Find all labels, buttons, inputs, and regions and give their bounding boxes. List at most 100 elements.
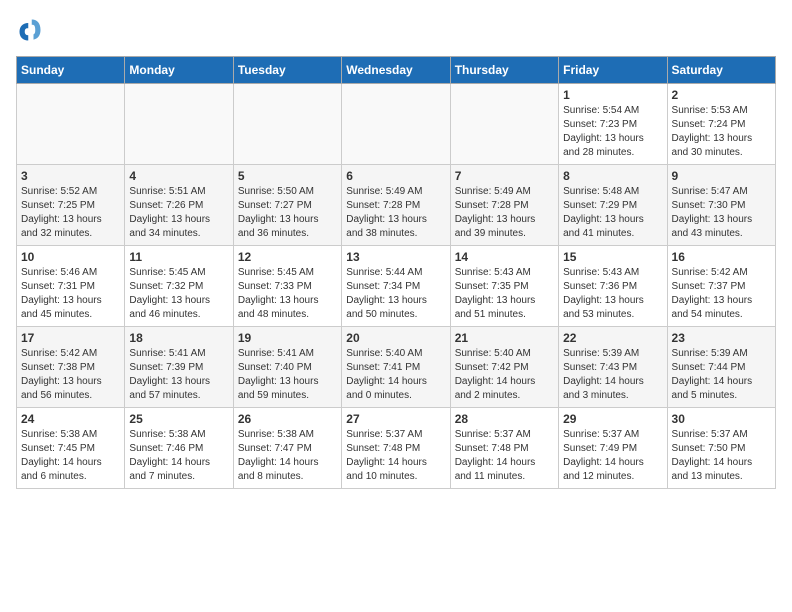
day-number: 14 [455,250,554,264]
day-number: 8 [563,169,662,183]
calendar-cell: 30Sunrise: 5:37 AM Sunset: 7:50 PM Dayli… [667,408,775,489]
calendar-week-row: 10 Sunrise: 5:46 AM Sunset: 7:31 PM Dayli… [17,246,776,327]
calendar-cell: 25Sunrise: 5:38 AM Sunset: 7:46 PM Dayli… [125,408,233,489]
day-info: Sunrise: 5:41 AM Sunset: 7:40 PM Dayligh… [238,347,337,403]
weekday-header: Tuesday [233,57,341,84]
calendar-cell: 24Sunrise: 5:38 AM Sunset: 7:45 PM Dayli… [17,408,125,489]
calendar-week-row: 17 Sunrise: 5:42 AM Sunset: 7:38 PM Dayli… [17,327,776,408]
logo-icon [16,16,44,44]
calendar-cell: 15 Sunrise: 5:43 AM Sunset: 7:36 PM Dayli… [559,246,667,327]
calendar-cell: 13 Sunrise: 5:44 AM Sunset: 7:34 PM Dayli… [342,246,450,327]
calendar-cell: 5Sunrise: 5:50 AM Sunset: 7:27 PM Daylig… [233,165,341,246]
day-info: Sunrise: 5:51 AM Sunset: 7:26 PM Dayligh… [129,185,228,241]
calendar-cell: 29 Sunrise: 5:37 AM Sunset: 7:49 PM Dayli… [559,408,667,489]
calendar-cell: 21 Sunrise: 5:40 AM Sunset: 7:42 PM Dayli… [450,327,558,408]
day-number: 16 [672,250,771,264]
day-info: Sunrise: 5:45 AM Sunset: 7:33 PM Dayligh… [238,266,337,322]
day-info: Sunrise: 5:48 AM Sunset: 7:29 PM Dayligh… [563,185,662,241]
calendar-cell: 16 Sunrise: 5:42 AM Sunset: 7:37 PM Dayli… [667,246,775,327]
calendar-body: 1Sunrise: 5:54 AM Sunset: 7:23 PM Daylig… [17,84,776,489]
day-info: Sunrise: 5:47 AM Sunset: 7:30 PM Dayligh… [672,185,771,241]
calendar-cell: 28 Sunrise: 5:37 AM Sunset: 7:48 PM Dayli… [450,408,558,489]
day-info: Sunrise: 5:49 AM Sunset: 7:28 PM Dayligh… [346,185,445,241]
day-number: 6 [346,169,445,183]
page-header [16,16,776,44]
day-number: 13 [346,250,445,264]
calendar-cell [125,84,233,165]
day-info: Sunrise: 5:40 AM Sunset: 7:42 PM Dayligh… [455,347,554,403]
day-number: 22 [563,331,662,345]
day-info: Sunrise: 5:45 AM Sunset: 7:32 PM Dayligh… [129,266,228,322]
day-number: 17 [21,331,120,345]
day-number: 30 [672,412,771,426]
calendar-cell: 26Sunrise: 5:38 AM Sunset: 7:47 PM Dayli… [233,408,341,489]
day-number: 28 [455,412,554,426]
day-number: 12 [238,250,337,264]
day-info: Sunrise: 5:37 AM Sunset: 7:48 PM Dayligh… [346,428,445,484]
logo [16,16,48,44]
calendar-cell [233,84,341,165]
calendar-cell: 14 Sunrise: 5:43 AM Sunset: 7:35 PM Dayli… [450,246,558,327]
day-number: 20 [346,331,445,345]
day-info: Sunrise: 5:39 AM Sunset: 7:44 PM Dayligh… [672,347,771,403]
calendar-cell [450,84,558,165]
weekday-header: Thursday [450,57,558,84]
day-number: 2 [672,88,771,102]
day-number: 10 [21,250,120,264]
day-info: Sunrise: 5:43 AM Sunset: 7:36 PM Dayligh… [563,266,662,322]
calendar-week-row: 3 Sunrise: 5:52 AM Sunset: 7:25 PM Daylig… [17,165,776,246]
day-info: Sunrise: 5:39 AM Sunset: 7:43 PM Dayligh… [563,347,662,403]
calendar-table: SundayMondayTuesdayWednesdayThursdayFrid… [16,56,776,489]
day-info: Sunrise: 5:44 AM Sunset: 7:34 PM Dayligh… [346,266,445,322]
day-info: Sunrise: 5:52 AM Sunset: 7:25 PM Dayligh… [21,185,120,241]
calendar-cell: 17 Sunrise: 5:42 AM Sunset: 7:38 PM Dayli… [17,327,125,408]
calendar-week-row: 24Sunrise: 5:38 AM Sunset: 7:45 PM Dayli… [17,408,776,489]
weekday-row: SundayMondayTuesdayWednesdayThursdayFrid… [17,57,776,84]
day-number: 23 [672,331,771,345]
calendar-cell: 2 Sunrise: 5:53 AM Sunset: 7:24 PM Daylig… [667,84,775,165]
day-info: Sunrise: 5:49 AM Sunset: 7:28 PM Dayligh… [455,185,554,241]
weekday-header: Friday [559,57,667,84]
day-number: 3 [21,169,120,183]
weekday-header: Wednesday [342,57,450,84]
day-info: Sunrise: 5:42 AM Sunset: 7:38 PM Dayligh… [21,347,120,403]
day-number: 9 [672,169,771,183]
calendar-week-row: 1Sunrise: 5:54 AM Sunset: 7:23 PM Daylig… [17,84,776,165]
calendar-cell: 4 Sunrise: 5:51 AM Sunset: 7:26 PM Daylig… [125,165,233,246]
calendar-cell: 7 Sunrise: 5:49 AM Sunset: 7:28 PM Daylig… [450,165,558,246]
day-info: Sunrise: 5:37 AM Sunset: 7:48 PM Dayligh… [455,428,554,484]
calendar-header: SundayMondayTuesdayWednesdayThursdayFrid… [17,57,776,84]
calendar-cell: 6 Sunrise: 5:49 AM Sunset: 7:28 PM Daylig… [342,165,450,246]
day-info: Sunrise: 5:41 AM Sunset: 7:39 PM Dayligh… [129,347,228,403]
day-info: Sunrise: 5:53 AM Sunset: 7:24 PM Dayligh… [672,104,771,160]
calendar-cell: 22 Sunrise: 5:39 AM Sunset: 7:43 PM Dayli… [559,327,667,408]
day-info: Sunrise: 5:40 AM Sunset: 7:41 PM Dayligh… [346,347,445,403]
weekday-header: Sunday [17,57,125,84]
calendar-cell: 18 Sunrise: 5:41 AM Sunset: 7:39 PM Dayli… [125,327,233,408]
day-number: 19 [238,331,337,345]
day-number: 15 [563,250,662,264]
day-info: Sunrise: 5:43 AM Sunset: 7:35 PM Dayligh… [455,266,554,322]
day-number: 4 [129,169,228,183]
day-number: 29 [563,412,662,426]
day-number: 1 [563,88,662,102]
day-number: 18 [129,331,228,345]
weekday-header: Saturday [667,57,775,84]
day-number: 11 [129,250,228,264]
day-number: 21 [455,331,554,345]
day-info: Sunrise: 5:37 AM Sunset: 7:49 PM Dayligh… [563,428,662,484]
calendar-cell: 20 Sunrise: 5:40 AM Sunset: 7:41 PM Dayli… [342,327,450,408]
day-info: Sunrise: 5:38 AM Sunset: 7:45 PM Dayligh… [21,428,120,484]
calendar-cell: 23 Sunrise: 5:39 AM Sunset: 7:44 PM Dayli… [667,327,775,408]
day-info: Sunrise: 5:42 AM Sunset: 7:37 PM Dayligh… [672,266,771,322]
calendar-cell: 9 Sunrise: 5:47 AM Sunset: 7:30 PM Daylig… [667,165,775,246]
day-number: 25 [129,412,228,426]
day-number: 27 [346,412,445,426]
day-number: 5 [238,169,337,183]
calendar-cell: 11 Sunrise: 5:45 AM Sunset: 7:32 PM Dayli… [125,246,233,327]
day-info: Sunrise: 5:46 AM Sunset: 7:31 PM Dayligh… [21,266,120,322]
day-number: 7 [455,169,554,183]
calendar-cell [17,84,125,165]
calendar-cell: 19 Sunrise: 5:41 AM Sunset: 7:40 PM Dayli… [233,327,341,408]
calendar-cell: 12 Sunrise: 5:45 AM Sunset: 7:33 PM Dayli… [233,246,341,327]
